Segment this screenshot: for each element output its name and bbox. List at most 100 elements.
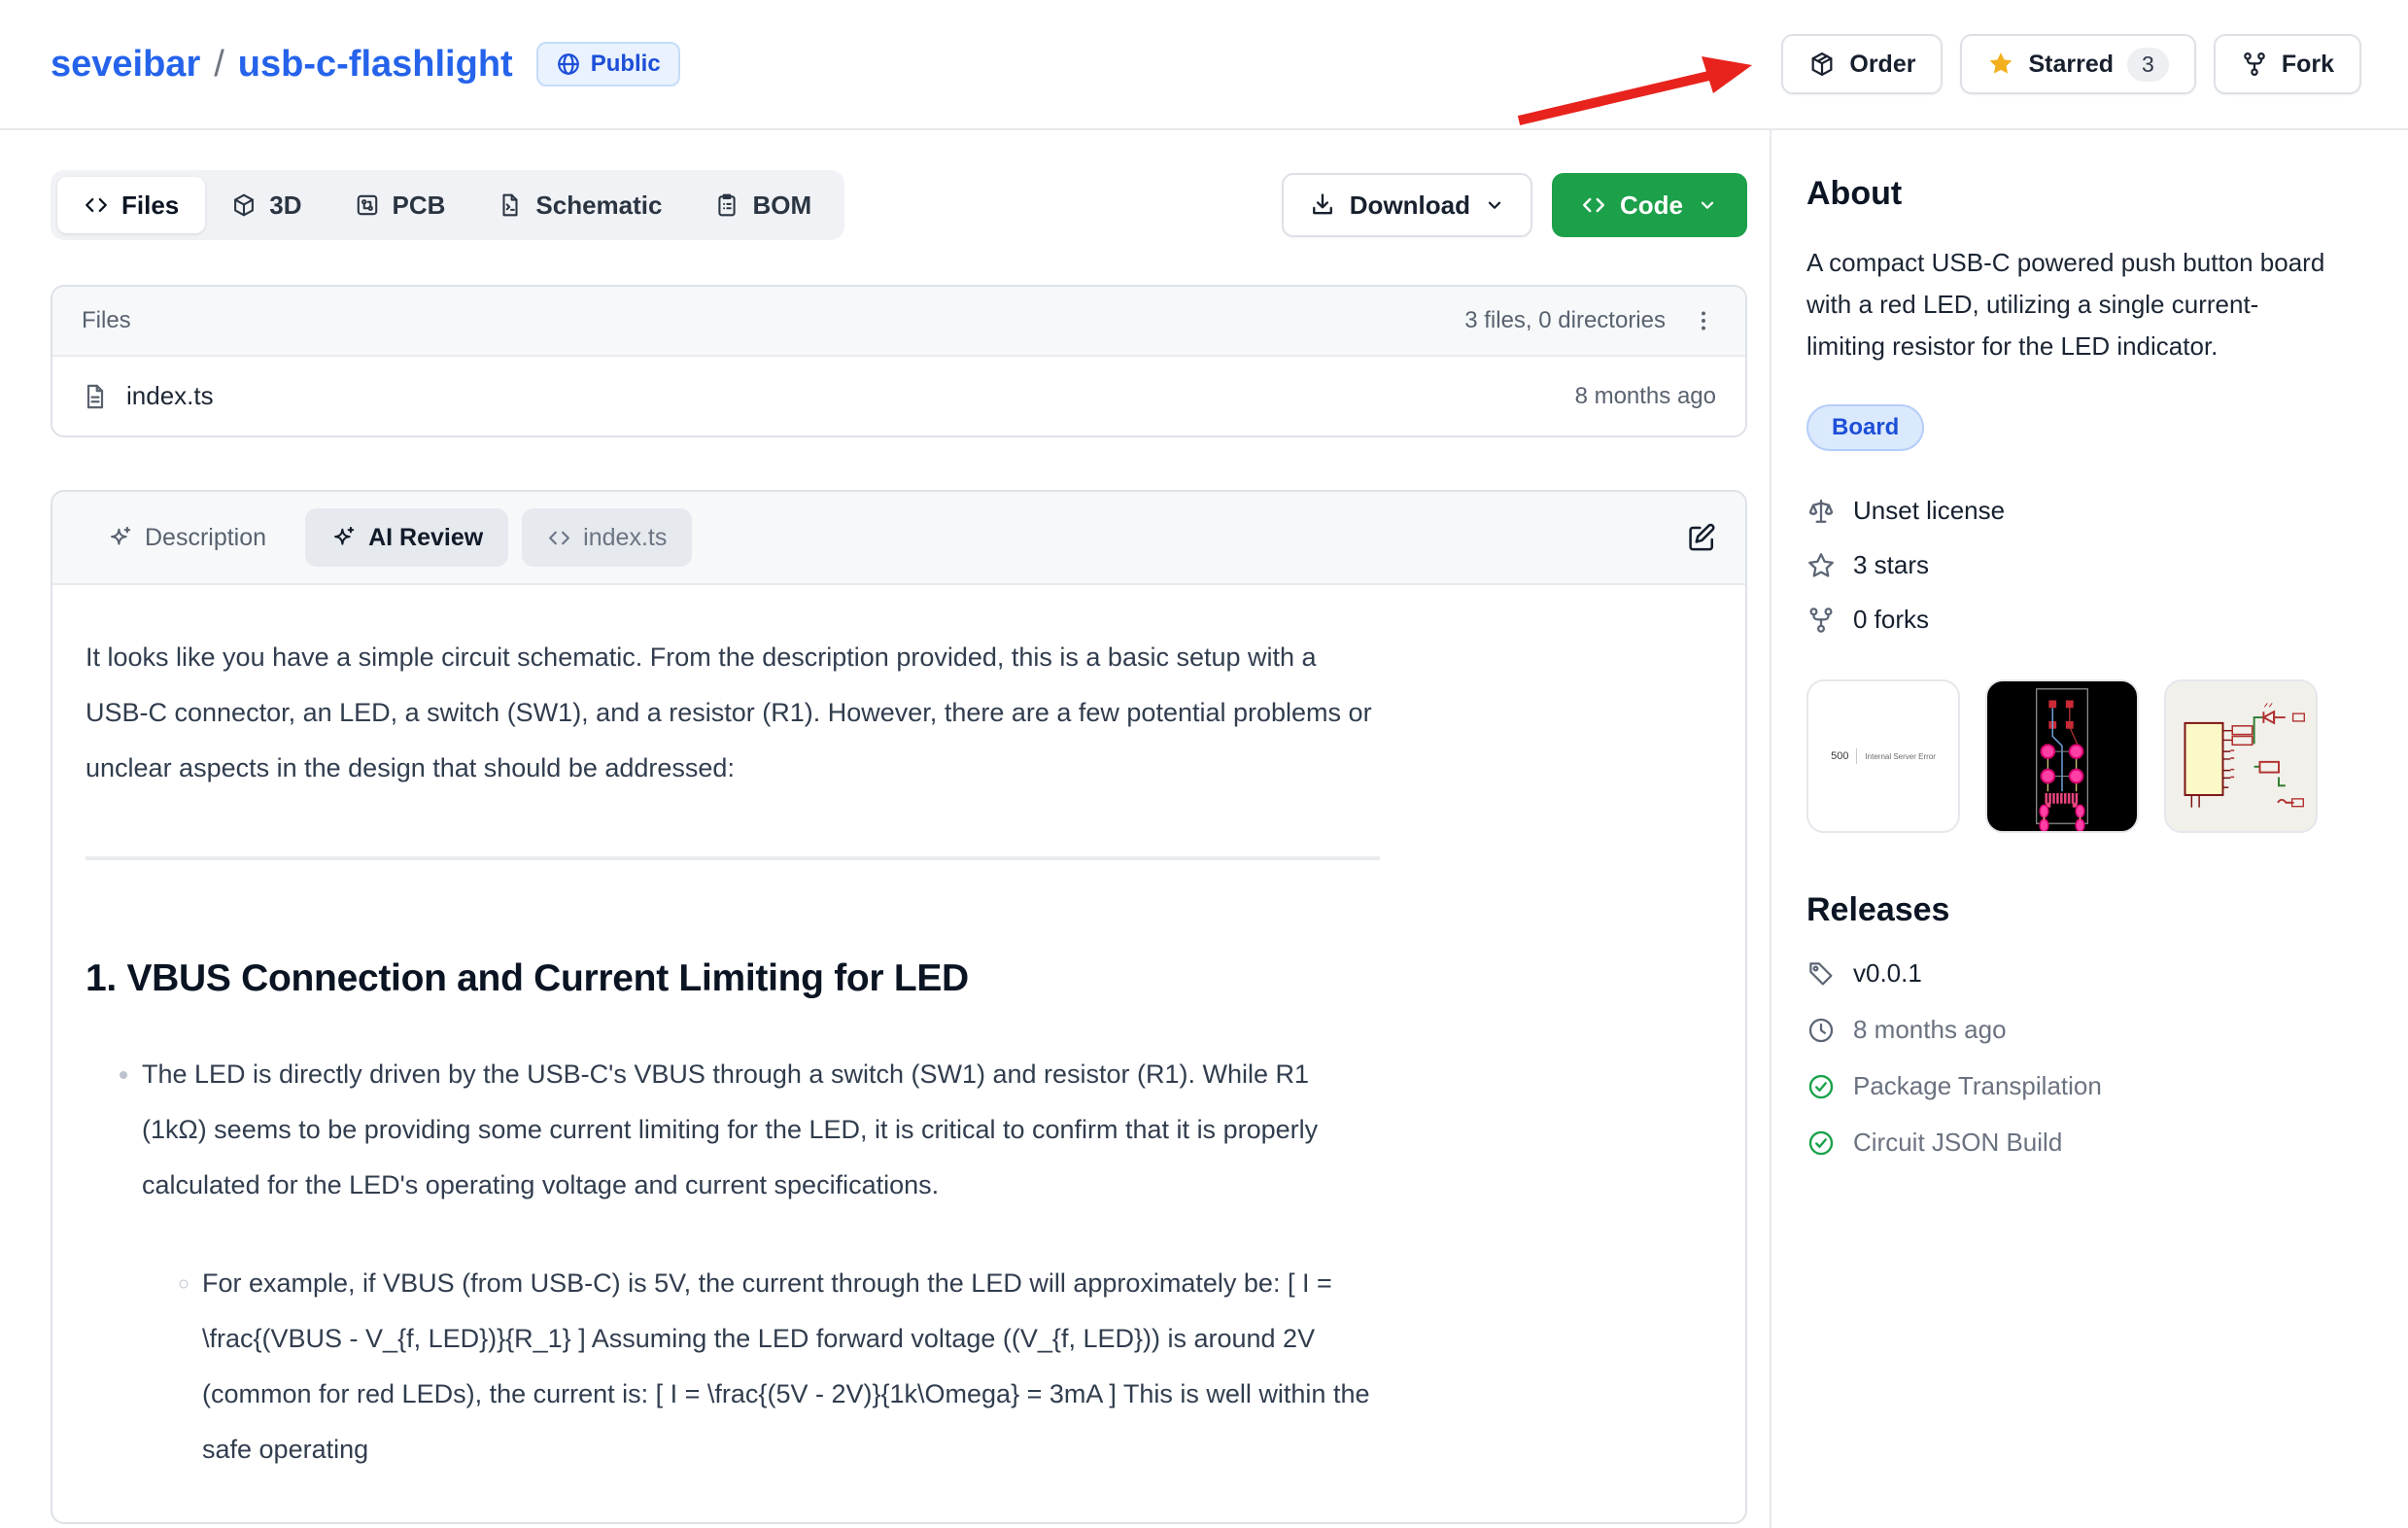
star-count-badge: 3 xyxy=(2127,48,2169,82)
download-icon xyxy=(1309,191,1336,219)
stars-label: 3 stars xyxy=(1853,550,1929,580)
pcb-preview-image xyxy=(1987,681,2137,831)
tab-label: Files xyxy=(121,191,179,221)
breadcrumb: seveibar / usb-c-flashlight xyxy=(51,44,513,86)
release-check-label: Package Transpilation xyxy=(1853,1071,2102,1101)
ai-review-content: It looks like you have a simple circuit … xyxy=(52,585,1745,1522)
section-heading: 1. VBUS Connection and Current Limiting … xyxy=(86,957,1380,1000)
fork-icon xyxy=(2241,51,2268,78)
files-panel: Files 3 files, 0 directories index.ts 8 … xyxy=(51,285,1747,437)
tab-ai-review[interactable]: AI Review xyxy=(305,508,508,567)
law-icon xyxy=(1806,497,1836,526)
tab-label: AI Review xyxy=(368,524,483,552)
tab-label: index.ts xyxy=(583,524,667,552)
tab-description[interactable]: Description xyxy=(82,508,292,567)
order-label: Order xyxy=(1849,51,1915,79)
sparkle-icon xyxy=(330,525,357,551)
main-column: Files 3D PCB Schematic BOM xyxy=(0,130,1772,1528)
code-icon xyxy=(547,526,571,550)
chevron-down-icon xyxy=(1697,194,1718,216)
chevron-down-icon xyxy=(1484,194,1505,216)
code-icon xyxy=(84,192,109,218)
visibility-label: Public xyxy=(591,51,661,78)
release-version-row: v0.0.1 xyxy=(1806,958,2373,989)
file-row[interactable]: index.ts 8 months ago xyxy=(52,357,1745,435)
thumbnail-3d-preview[interactable]: 500 Internal Server Error xyxy=(1806,679,1960,833)
owner-link[interactable]: seveibar xyxy=(51,44,200,86)
review-bullet-list: The LED is directly driven by the USB-C'… xyxy=(86,1047,1380,1477)
thumbnail-pcb-preview[interactable] xyxy=(1985,679,2139,833)
release-time-row: 8 months ago xyxy=(1806,1015,2373,1045)
preview-thumbnails: 500 Internal Server Error xyxy=(1806,679,2373,833)
license-label: Unset license xyxy=(1853,496,2005,526)
download-label: Download xyxy=(1350,191,1470,221)
schematic-preview-image xyxy=(2166,681,2316,831)
file-name[interactable]: index.ts xyxy=(126,381,214,411)
star-outline-icon xyxy=(1806,551,1836,580)
check-circle-icon xyxy=(1806,1072,1836,1101)
package-icon xyxy=(1808,51,1836,78)
thumbnail-schematic-preview[interactable] xyxy=(2164,679,2318,833)
error-text: Internal Server Error xyxy=(1865,752,1935,761)
tab-label: PCB xyxy=(393,191,446,221)
tab-label: BOM xyxy=(752,191,811,221)
download-button[interactable]: Download xyxy=(1282,173,1532,237)
about-description: A compact USB-C powered push button boar… xyxy=(1806,242,2336,367)
view-tab-bar: Files 3D PCB Schematic BOM xyxy=(51,170,844,240)
stars-row: 3 stars xyxy=(1806,550,2373,580)
starred-button[interactable]: Starred 3 xyxy=(1960,34,2195,94)
star-icon xyxy=(1987,51,2014,78)
cube-icon xyxy=(231,192,257,218)
tab-label: 3D xyxy=(269,191,301,221)
tab-label: Description xyxy=(145,524,266,552)
files-summary: 3 files, 0 directories xyxy=(1464,307,1666,334)
code-button[interactable]: Code xyxy=(1552,173,1747,237)
files-panel-header: Files 3 files, 0 directories xyxy=(52,287,1745,357)
tab-3d[interactable]: 3D xyxy=(205,177,327,233)
about-title: About xyxy=(1806,175,2373,213)
review-intro-paragraph: It looks like you have a simple circuit … xyxy=(86,630,1380,796)
content-panel: Description AI Review index.ts It looks … xyxy=(51,490,1747,1524)
annotation-arrow xyxy=(1511,35,1764,132)
visibility-badge: Public xyxy=(536,42,680,87)
tab-schematic[interactable]: Schematic xyxy=(471,177,688,233)
repo-header: seveibar / usb-c-flashlight Public Order… xyxy=(0,0,2408,130)
clipboard-icon xyxy=(714,192,740,218)
content-tab-bar: Description AI Review index.ts xyxy=(52,492,1745,585)
release-check-row: Package Transpilation xyxy=(1806,1071,2373,1101)
fork-label: Fork xyxy=(2282,51,2334,79)
release-check-label: Circuit JSON Build xyxy=(1853,1128,2062,1158)
code-label: Code xyxy=(1620,191,1683,221)
files-panel-title: Files xyxy=(82,307,131,334)
tag-icon xyxy=(1806,959,1836,989)
pcb-icon xyxy=(355,192,380,218)
list-item: For example, if VBUS (from USB-C) is 5V,… xyxy=(202,1256,1380,1477)
tab-bom[interactable]: BOM xyxy=(688,177,838,233)
error-code: 500 xyxy=(1831,750,1848,762)
release-check-row: Circuit JSON Build xyxy=(1806,1128,2373,1158)
divider xyxy=(86,856,1380,860)
repo-link[interactable]: usb-c-flashlight xyxy=(238,44,513,86)
forks-label: 0 forks xyxy=(1853,605,1929,635)
kebab-menu-icon[interactable] xyxy=(1691,308,1716,333)
view-toolbar: Files 3D PCB Schematic BOM xyxy=(51,170,1747,240)
fork-button[interactable]: Fork xyxy=(2214,34,2361,94)
order-button[interactable]: Order xyxy=(1781,34,1943,94)
error-separator xyxy=(1856,748,1857,764)
release-version[interactable]: v0.0.1 xyxy=(1853,958,1922,989)
board-tag[interactable]: Board xyxy=(1806,404,1924,451)
check-circle-icon xyxy=(1806,1129,1836,1158)
file-icon xyxy=(82,383,109,410)
bullet-text: For example, if VBUS (from USB-C) is 5V,… xyxy=(202,1268,1370,1464)
forks-row: 0 forks xyxy=(1806,605,2373,635)
globe-icon xyxy=(556,52,581,77)
edit-icon[interactable] xyxy=(1685,522,1716,553)
tab-files[interactable]: Files xyxy=(57,177,205,233)
starred-label: Starred xyxy=(2028,51,2114,79)
sparkle-icon xyxy=(107,525,133,551)
tab-pcb[interactable]: PCB xyxy=(328,177,472,233)
schematic-file-icon xyxy=(498,192,523,218)
license-row: Unset license xyxy=(1806,496,2373,526)
fork-icon xyxy=(1806,606,1836,635)
tab-index-ts[interactable]: index.ts xyxy=(522,508,692,567)
